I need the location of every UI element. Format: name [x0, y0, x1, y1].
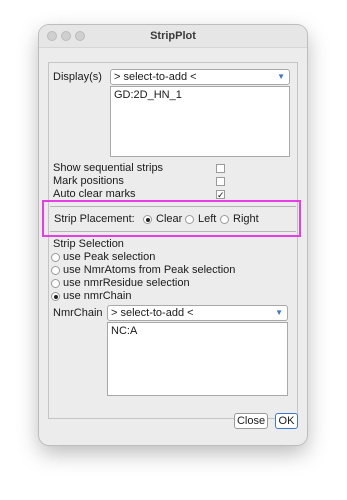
use-nmratoms-radio[interactable] [51, 266, 60, 275]
use-nmrchain-label: use nmrChain [63, 290, 132, 302]
displays-select[interactable]: > select-to-add < ▼ [110, 69, 290, 85]
mark-positions-checkbox[interactable] [216, 177, 225, 186]
use-nmrresidue-label: use nmrResidue selection [63, 277, 190, 289]
list-item[interactable]: GD:2D_HN_1 [114, 89, 286, 101]
show-sequential-strips-checkbox[interactable] [216, 164, 225, 173]
nmrchain-select-value: > select-to-add < [111, 307, 194, 319]
title-bar: StripPlot [39, 25, 307, 48]
nmrchain-list[interactable]: NC:A [107, 322, 288, 396]
ok-button[interactable]: OK [275, 413, 298, 429]
displays-label: Display(s) [53, 71, 102, 83]
displays-list[interactable]: GD:2D_HN_1 [110, 86, 290, 157]
auto-clear-marks-checkbox[interactable]: ✓ [216, 190, 225, 200]
auto-clear-marks-label: Auto clear marks [53, 188, 136, 200]
strip-placement-highlight [42, 200, 301, 237]
stripplot-window: StripPlot Display(s) > select-to-add < ▼… [39, 25, 307, 445]
nmrchain-select[interactable]: > select-to-add < ▼ [107, 305, 288, 321]
strip-selection-label: Strip Selection [53, 238, 124, 250]
use-nmrresidue-radio[interactable] [51, 279, 60, 288]
chevron-down-icon: ▼ [275, 308, 283, 317]
use-peak-selection-radio[interactable] [51, 253, 60, 262]
use-nmrchain-radio[interactable] [51, 292, 60, 301]
close-button[interactable]: Close [234, 413, 268, 429]
list-item[interactable]: NC:A [111, 325, 284, 337]
window-title: StripPlot [150, 30, 196, 42]
chevron-down-icon: ▼ [277, 72, 285, 81]
nmrchain-label: NmrChain [53, 307, 103, 319]
use-peak-selection-label: use Peak selection [63, 251, 156, 263]
mark-positions-label: Mark positions [53, 175, 124, 187]
show-sequential-strips-label: Show sequential strips [53, 162, 164, 174]
use-nmratoms-label: use NmrAtoms from Peak selection [63, 264, 236, 276]
displays-select-value: > select-to-add < [114, 71, 197, 83]
